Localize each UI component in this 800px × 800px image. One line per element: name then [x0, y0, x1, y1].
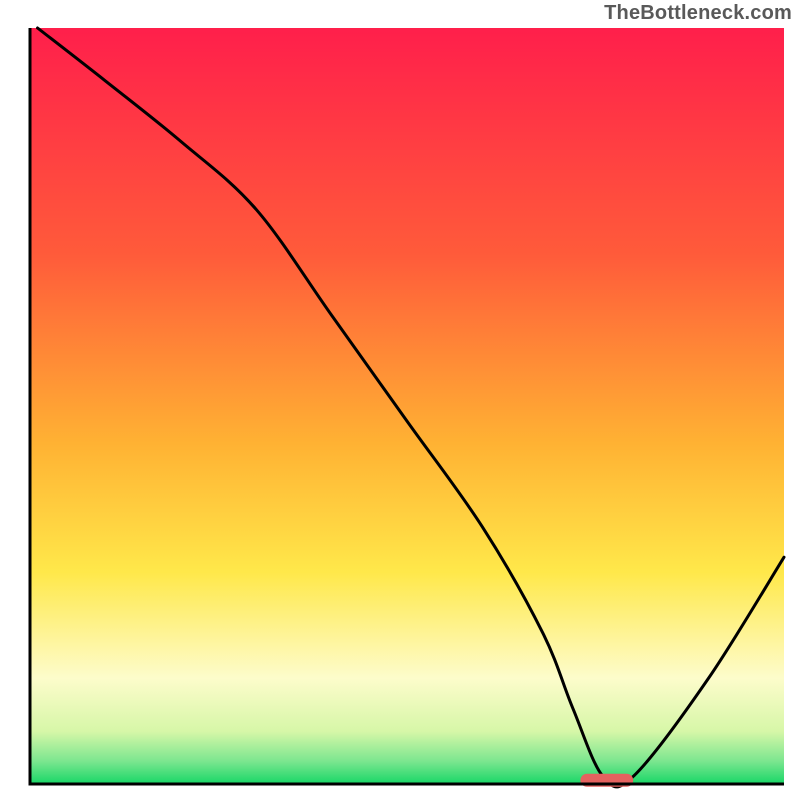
gradient-background	[30, 28, 784, 784]
watermark-text: TheBottleneck.com	[604, 2, 792, 25]
bottleneck-chart	[0, 0, 800, 800]
chart-svg	[0, 0, 800, 800]
